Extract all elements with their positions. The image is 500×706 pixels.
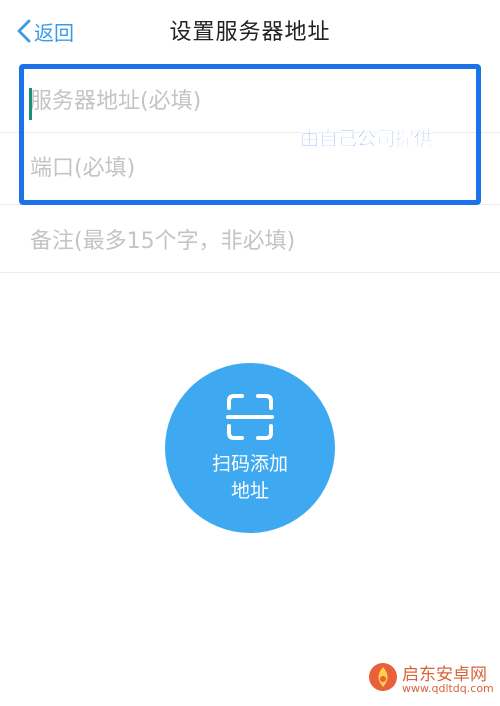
text-cursor xyxy=(29,88,32,120)
watermark-logo-icon xyxy=(368,662,398,692)
scan-button-label: 扫码添加 地址 xyxy=(211,453,288,502)
scan-frame-icon xyxy=(225,392,275,442)
header-bar: 返回 设置服务器地址 xyxy=(0,0,500,62)
annotation-text: 由自己公司提供 xyxy=(300,128,434,151)
remark-input[interactable] xyxy=(30,210,470,272)
remark-row xyxy=(0,210,500,273)
page-title: 设置服务器地址 xyxy=(169,20,331,45)
watermark-url: www.qdltdq.com xyxy=(402,682,494,695)
scan-to-add-button[interactable]: 扫码添加 地址 xyxy=(165,363,335,533)
watermark: 启东安卓网 www.qdltdq.com xyxy=(366,660,496,700)
server-address-input[interactable] xyxy=(30,70,470,132)
